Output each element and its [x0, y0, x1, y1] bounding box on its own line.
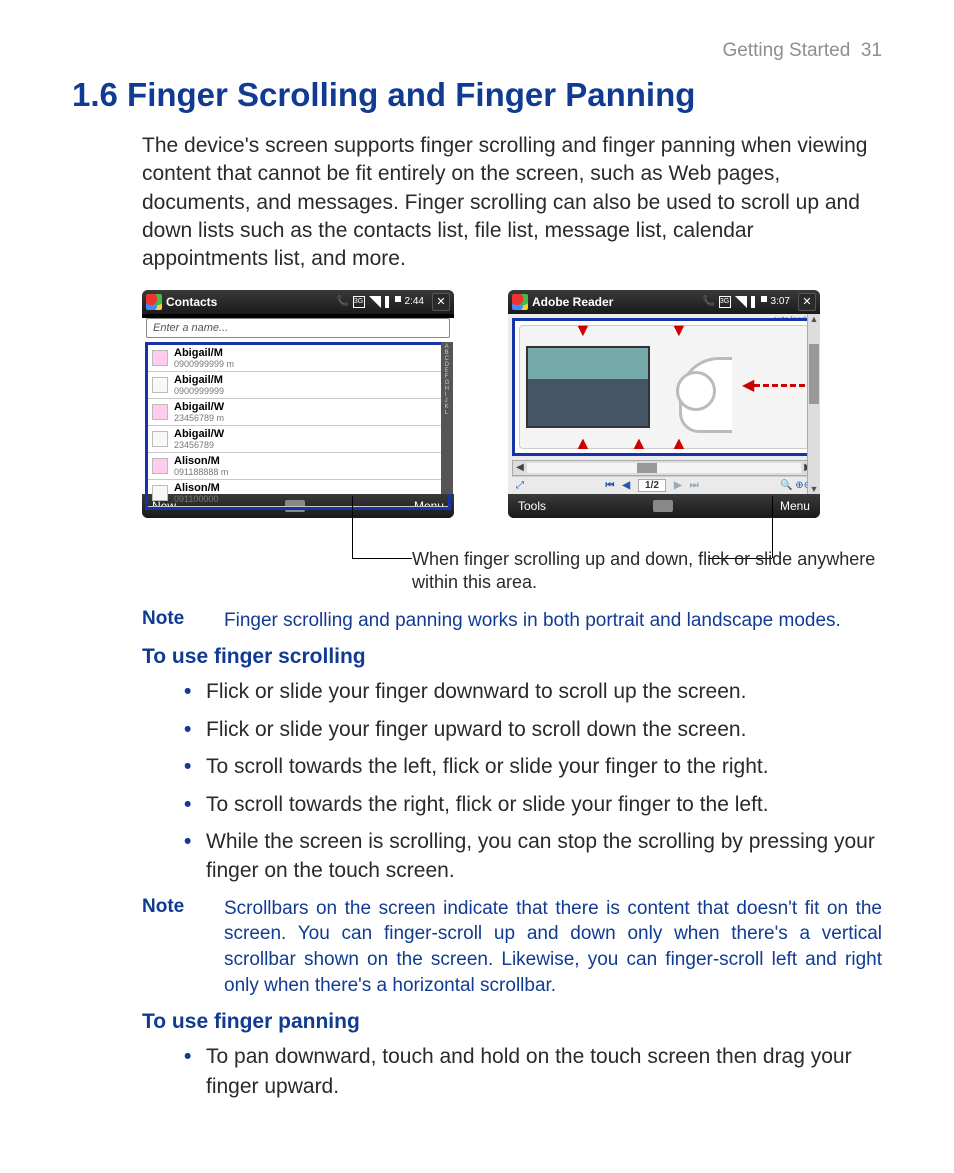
scroll-left-icon: ◀	[513, 462, 527, 473]
signal-icon	[369, 296, 381, 308]
scroll-up-icon: ▲	[808, 314, 820, 324]
document-viewport: ▼ ▼ ▲ ▲ ▲	[512, 318, 816, 456]
contact-row: Alison/M091188888 m	[148, 453, 448, 480]
nav-prev-icon: ◀	[622, 480, 630, 491]
adobe-screenshot: Adobe Reader 📞 3G 3:07 ✕ auto land	[508, 290, 820, 518]
hand-illustration	[656, 347, 726, 427]
clock: 3:07	[771, 296, 790, 307]
section-name: Getting Started	[723, 40, 851, 61]
bullet-item: Flick or slide your finger downward to s…	[184, 677, 882, 706]
bullet-item: While the screen is scrolling, you can s…	[184, 827, 882, 886]
speaker-icon	[751, 296, 767, 308]
bullet-item: To scroll towards the left, flick or sli…	[184, 752, 882, 781]
caption-text: When finger scrolling up and down, flick…	[412, 548, 882, 595]
contact-icon	[152, 377, 168, 393]
contacts-search-input: Enter a name...	[146, 318, 450, 338]
windows-logo-icon	[512, 294, 528, 310]
phone-icon: 📞	[337, 296, 349, 308]
contact-row: Abigail/M0900999999	[148, 372, 448, 399]
adobe-titlebar: Adobe Reader 📞 3G 3:07 ✕	[508, 290, 820, 314]
speaker-icon	[385, 296, 401, 308]
scroll-heading: To use finger scrolling	[72, 645, 882, 669]
note-text: Scrollbars on the screen indicate that t…	[224, 896, 882, 999]
note-text: Finger scrolling and panning works in bo…	[224, 608, 841, 634]
note-label: Note	[142, 896, 196, 999]
horizontal-scrollbar: ◀ ▶	[512, 460, 816, 476]
contacts-list: Abigail/M0900999999 m Abigail/M090099999…	[145, 342, 451, 510]
network-icon: 3G	[719, 296, 731, 308]
arrow-down-icon: ▼	[574, 320, 592, 341]
signal-icon	[735, 296, 747, 308]
arrow-up-icon: ▲	[630, 433, 648, 454]
page-header: Getting Started 31	[72, 40, 882, 62]
contact-row: Abigail/M0900999999 m	[148, 345, 448, 372]
contact-icon	[152, 431, 168, 447]
status-icons: 📞 3G 2:44	[337, 296, 424, 308]
nav-last-icon: ⏭	[690, 480, 699, 491]
arrow-down-icon: ▼	[670, 320, 688, 341]
softkey-menu: Menu	[780, 499, 810, 513]
vertical-scrollbar: ▲ ▼	[807, 314, 820, 494]
bullet-item: To scroll towards the right, flick or sl…	[184, 790, 882, 819]
contacts-screenshot: Contacts 📞 3G 2:44 ✕ Enter a name... Abi…	[142, 290, 454, 518]
nav-first-icon: ⏮	[605, 480, 614, 491]
manual-page: Getting Started 31 1.6 Finger Scrolling …	[0, 0, 954, 1173]
adobe-title: Adobe Reader	[532, 295, 613, 309]
alpha-index-strip: ABCDEFGHIJKL	[441, 342, 453, 494]
contact-icon	[152, 404, 168, 420]
page-indicator: 1/2	[638, 479, 666, 492]
network-icon: 3G	[353, 296, 365, 308]
scroll-down-icon: ▼	[808, 484, 820, 494]
softkey-tools: Tools	[518, 499, 546, 513]
screenshot-row: Contacts 📞 3G 2:44 ✕ Enter a name... Abi…	[72, 290, 882, 518]
pan-bullet-list: To pan downward, touch and hold on the t…	[72, 1042, 882, 1101]
status-icons: 📞 3G 3:07	[703, 296, 790, 308]
arrow-left-dashed-icon	[754, 384, 814, 387]
screenshot-caption: When finger scrolling up and down, flick…	[72, 524, 882, 598]
note-label: Note	[142, 608, 196, 634]
contacts-title: Contacts	[166, 295, 217, 309]
section-title: 1.6 Finger Scrolling and Finger Panning	[72, 76, 882, 114]
contacts-titlebar: Contacts 📞 3G 2:44 ✕	[142, 290, 454, 314]
page-number: 31	[861, 40, 882, 61]
contact-icon	[152, 485, 168, 501]
adobe-body: auto land ▼ ▼ ▲ ▲ ▲	[508, 314, 820, 494]
note-block: Note Finger scrolling and panning works …	[72, 608, 882, 634]
close-icon: ✕	[798, 293, 816, 311]
pan-heading: To use finger panning	[72, 1010, 882, 1034]
adobe-footer: Tools Menu	[508, 494, 820, 518]
device-illustration: ▼ ▼ ▲ ▲ ▲	[519, 325, 809, 449]
note-block: Note Scrollbars on the screen indicate t…	[72, 896, 882, 999]
close-icon: ✕	[432, 293, 450, 311]
scroll-bullet-list: Flick or slide your finger downward to s…	[72, 677, 882, 885]
contact-icon	[152, 458, 168, 474]
bullet-item: Flick or slide your finger upward to scr…	[184, 715, 882, 744]
nav-next-icon: ▶	[674, 480, 682, 491]
windows-logo-icon	[146, 294, 162, 310]
contact-row: Abigail/W23456789	[148, 426, 448, 453]
intro-paragraph: The device's screen supports finger scro…	[72, 132, 882, 274]
contacts-body: Enter a name... Abigail/M0900999999 m Ab…	[142, 318, 454, 494]
phone-icon: 📞	[703, 296, 715, 308]
pdf-nav-bar: ⤢ ⏮ ◀ 1/2 ▶ ⏭ 🔍 ⊕⊖	[512, 476, 816, 494]
view-mode-icon: ⤢	[516, 480, 524, 491]
contact-row: Abigail/W23456789 m	[148, 399, 448, 426]
bullet-item: To pan downward, touch and hold on the t…	[184, 1042, 882, 1101]
keyboard-icon	[653, 500, 673, 512]
arrow-up-icon: ▲	[670, 433, 688, 454]
photo-thumbnail	[526, 346, 650, 428]
contact-icon	[152, 350, 168, 366]
arrow-up-icon: ▲	[574, 433, 592, 454]
clock: 2:44	[405, 296, 424, 307]
contact-row: Alison/M091100000	[148, 480, 448, 507]
